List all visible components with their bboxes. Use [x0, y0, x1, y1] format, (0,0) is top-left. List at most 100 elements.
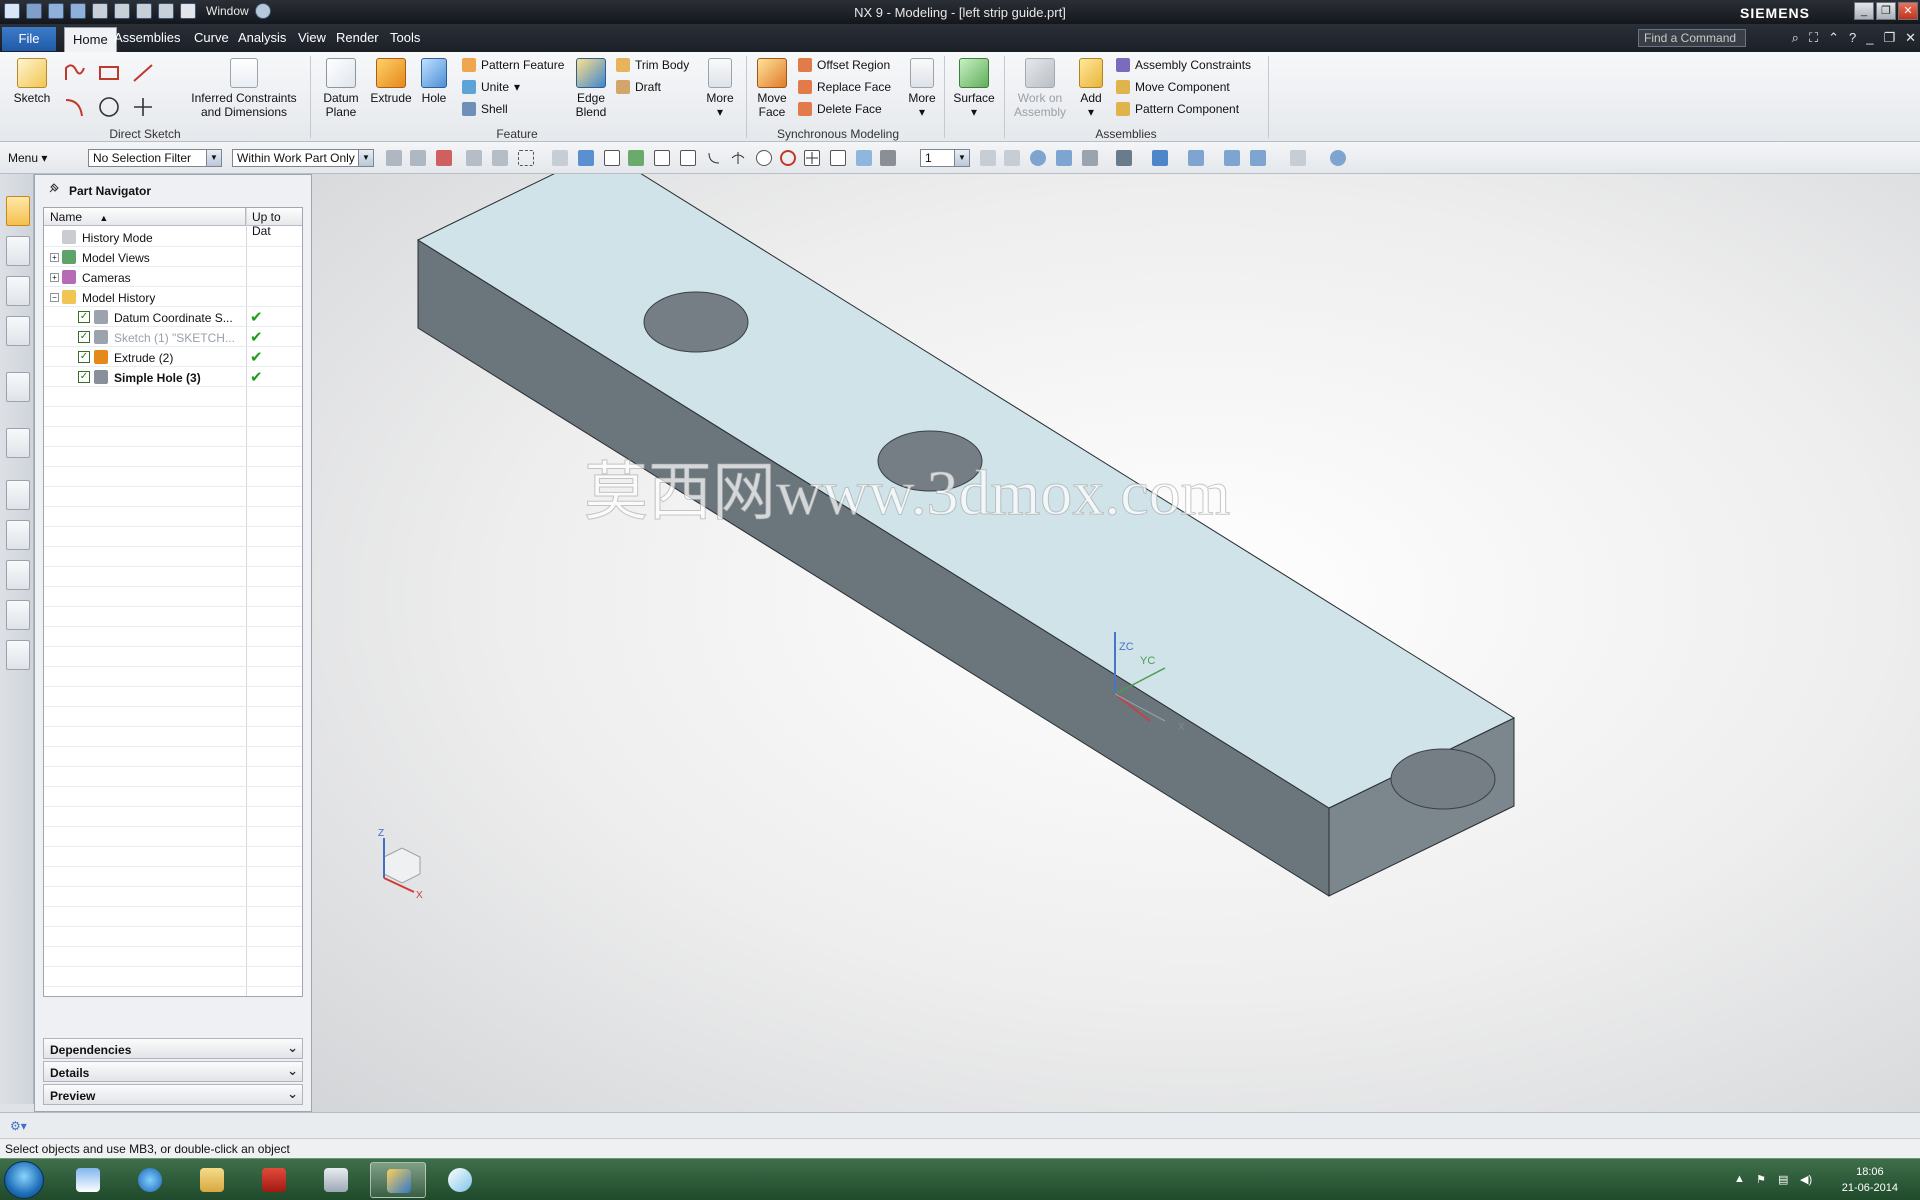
- work-on-assembly-button[interactable]: Work on Assembly: [1008, 58, 1072, 119]
- select-feature-icon[interactable]: [436, 150, 452, 166]
- minimize-button[interactable]: _: [1854, 2, 1874, 20]
- general-selection-icon[interactable]: [386, 150, 402, 166]
- system-scene-tab-icon[interactable]: [6, 640, 30, 670]
- reuse-library-tab-icon[interactable]: [6, 316, 30, 346]
- control-point-icon[interactable]: [706, 150, 722, 166]
- doc-minimize-icon[interactable]: _: [1866, 30, 1873, 46]
- arc-icon[interactable]: [62, 94, 88, 120]
- rectangle-select-icon[interactable]: [518, 150, 534, 166]
- tab-render[interactable]: Render: [336, 30, 379, 45]
- constraint-navigator-tab-icon[interactable]: [6, 276, 30, 306]
- taskbar-nx[interactable]: [370, 1162, 426, 1198]
- utility-settings-icon[interactable]: [1330, 150, 1346, 166]
- tab-view[interactable]: View: [298, 30, 326, 45]
- tree-row[interactable]: ✓ Datum Coordinate S... ✔: [44, 307, 302, 327]
- expand-toggle-icon[interactable]: +: [50, 253, 59, 262]
- tab-assemblies[interactable]: Assemblies: [114, 30, 180, 45]
- tree-row[interactable]: − Model History: [44, 287, 302, 307]
- hole-1[interactable]: [643, 291, 749, 353]
- fit-icon[interactable]: [980, 150, 996, 166]
- model-view[interactable]: ZC YC X Z X 莫西网www.3dmox.com: [312, 174, 1920, 1112]
- deselect-icon[interactable]: [466, 150, 482, 166]
- rendering-style-icon[interactable]: [1082, 150, 1098, 166]
- details-panel[interactable]: Details ⌄: [43, 1061, 303, 1082]
- part-navigator-tab-icon[interactable]: [6, 196, 30, 226]
- quadrant-point-icon[interactable]: [780, 150, 796, 166]
- chevron-down-icon[interactable]: ⌄: [287, 1086, 298, 1102]
- start-button[interactable]: [4, 1161, 44, 1199]
- tree-row[interactable]: ✓ Sketch (1) "SKETCH... ✔: [44, 327, 302, 347]
- unite-dropdown-icon[interactable]: ▾: [514, 80, 520, 94]
- tree-row[interactable]: + Model Views: [44, 247, 302, 267]
- layer-settings-icon[interactable]: [1250, 150, 1266, 166]
- arc-center-icon[interactable]: [756, 150, 772, 166]
- dependencies-panel[interactable]: Dependencies ⌄: [43, 1038, 303, 1059]
- chevron-down-icon[interactable]: ⌄: [287, 1040, 298, 1056]
- roles-tab-icon[interactable]: [6, 600, 30, 630]
- network-icon[interactable]: ▤: [1778, 1173, 1788, 1186]
- doc-restore-icon[interactable]: ❐: [1883, 30, 1895, 46]
- edit-section-icon[interactable]: [1116, 150, 1132, 166]
- intersection-point-icon[interactable]: [730, 150, 746, 166]
- tree-row[interactable]: ✓ Simple Hole (3) ✔: [44, 367, 302, 387]
- visibility-checkbox[interactable]: ✓: [78, 331, 90, 343]
- selection-intent-icon[interactable]: [410, 150, 426, 166]
- tab-home[interactable]: Home: [64, 27, 117, 52]
- move-face-button[interactable]: Move Face: [752, 58, 792, 119]
- inferred-constraints-button[interactable]: Inferred Constraints and Dimensions: [186, 58, 302, 119]
- taskbar-paint[interactable]: [432, 1162, 488, 1198]
- show-hide-icon[interactable]: [1224, 150, 1240, 166]
- select-solid-icon[interactable]: [578, 150, 594, 166]
- point-on-face-icon[interactable]: [856, 150, 872, 166]
- chevron-down-icon[interactable]: ⌄: [287, 1063, 298, 1079]
- visibility-checkbox[interactable]: ✓: [78, 311, 90, 323]
- edge-blend-button[interactable]: Edge Blend: [570, 58, 612, 119]
- tree-row[interactable]: History Mode: [44, 227, 302, 247]
- preview-panel[interactable]: Preview ⌄: [43, 1084, 303, 1105]
- orient-view-icon[interactable]: [1152, 150, 1168, 166]
- existing-point-icon[interactable]: [804, 150, 820, 166]
- assembly-navigator-tab-icon[interactable]: [6, 236, 30, 266]
- expand-toggle-icon[interactable]: −: [50, 293, 59, 302]
- close-button[interactable]: ✕: [1898, 2, 1918, 20]
- point-icon[interactable]: [130, 94, 156, 120]
- datum-plane-button[interactable]: Datum Plane: [316, 58, 366, 119]
- taskbar-internet-explorer[interactable]: [122, 1162, 178, 1198]
- column-header-name[interactable]: Name ▲: [44, 208, 246, 226]
- zoom-icon[interactable]: [1004, 150, 1020, 166]
- help-icon[interactable]: ?: [1849, 30, 1856, 46]
- file-tab[interactable]: File: [2, 27, 56, 51]
- utility-settings-icon[interactable]: ⚙▾: [10, 1119, 27, 1133]
- selection-scope-dropdown[interactable]: Within Work Part Only ▼: [232, 149, 374, 167]
- tab-curve[interactable]: Curve: [194, 30, 229, 45]
- add-component-button[interactable]: Add ▾: [1076, 58, 1106, 119]
- snap-settings-icon[interactable]: [628, 150, 644, 166]
- taskbar-clock[interactable]: 18:06 21-06-2014: [1842, 1164, 1898, 1196]
- visibility-checkbox[interactable]: ✓: [78, 351, 90, 363]
- line-icon[interactable]: [130, 60, 156, 86]
- rotate-icon[interactable]: [1030, 150, 1046, 166]
- replace-face-button[interactable]: Replace Face: [798, 80, 891, 94]
- taskbar-acrobat[interactable]: [246, 1162, 302, 1198]
- volume-icon[interactable]: ◀): [1800, 1173, 1812, 1186]
- collapse-ribbon-icon[interactable]: ⌃: [1828, 30, 1839, 46]
- graphics-window[interactable]: ZC YC X Z X 莫西网www.3dmox.com: [312, 174, 1920, 1112]
- pattern-feature-button[interactable]: Pattern Feature: [462, 58, 564, 72]
- delete-face-button[interactable]: Delete Face: [798, 102, 882, 116]
- bounded-grid-point-icon[interactable]: [880, 150, 896, 166]
- visibility-checkbox[interactable]: ✓: [78, 371, 90, 383]
- manufacturing-wizard-tab-icon[interactable]: [6, 560, 30, 590]
- search-icon[interactable]: ⌕: [1792, 30, 1799, 46]
- hd3d-tools-tab-icon[interactable]: [6, 372, 30, 402]
- draft-button[interactable]: Draft: [616, 80, 661, 94]
- extrude-button[interactable]: Extrude: [368, 58, 414, 105]
- end-point-icon[interactable]: [654, 150, 670, 166]
- assembly-constraints-button[interactable]: Assembly Constraints: [1116, 58, 1251, 72]
- more-sync-button[interactable]: More ▾: [904, 58, 940, 119]
- restore-button[interactable]: ❐: [1876, 2, 1896, 20]
- history-tab-icon[interactable]: [6, 480, 30, 510]
- web-browser-tab-icon[interactable]: [6, 428, 30, 458]
- move-component-button[interactable]: Move Component: [1116, 80, 1230, 94]
- action-center-flag-icon[interactable]: ⚑: [1756, 1173, 1766, 1186]
- pin-icon[interactable]: [47, 183, 59, 195]
